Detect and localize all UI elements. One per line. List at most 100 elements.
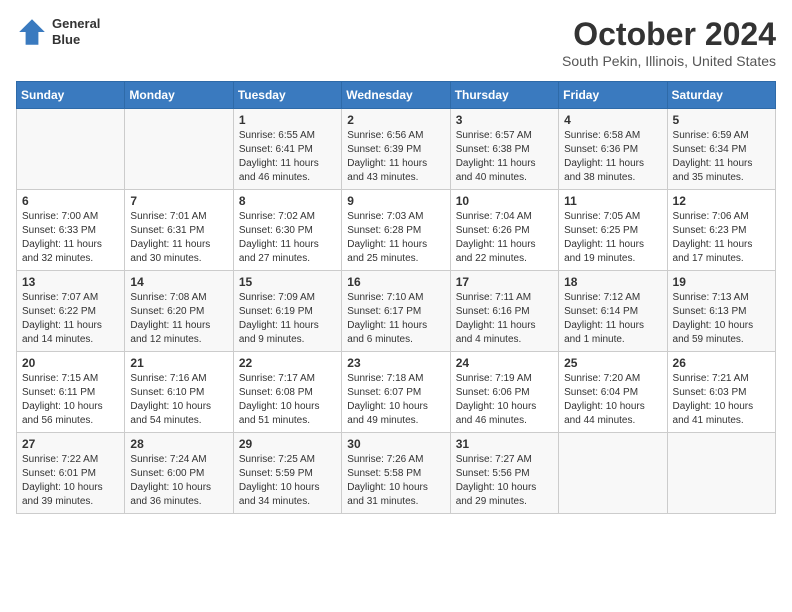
- calendar-cell: [667, 433, 775, 514]
- day-number: 27: [22, 437, 119, 451]
- day-number: 17: [456, 275, 553, 289]
- calendar-cell: 2 Sunrise: 6:56 AM Sunset: 6:39 PM Daylig…: [342, 109, 450, 190]
- day-number: 6: [22, 194, 119, 208]
- month-title: October 2024: [562, 16, 776, 53]
- calendar-cell: 18Sunrise: 7:12 AM Sunset: 6:14 PM Dayli…: [559, 271, 667, 352]
- day-info: Sunrise: 7:02 AM Sunset: 6:30 PM Dayligh…: [239, 210, 336, 266]
- calendar-cell: 7Sunrise: 7:01 AM Sunset: 6:31 PM Daylig…: [125, 190, 233, 271]
- calendar-cell: 25 Sunrise: 7:20 AM Sunset: 6:04 PM Dayli…: [559, 352, 667, 433]
- day-number: 19: [673, 275, 770, 289]
- day-info: Sunrise: 7:13 AM Sunset: 6:13 PM Dayligh…: [673, 291, 770, 347]
- day-info: Sunrise: 7:12 AM Sunset: 6:14 PM Dayligh…: [564, 291, 661, 347]
- day-info: Sunrise: 6:59 AM Sunset: 6:34 PM Dayligh…: [673, 129, 770, 185]
- day-number: 11: [564, 194, 661, 208]
- calendar-cell: 21Sunrise: 7:16 AM Sunset: 6:10 PM Dayli…: [125, 352, 233, 433]
- day-number: 9: [347, 194, 444, 208]
- day-info: Sunrise: 7:26 AM Sunset: 5:58 PM Dayligh…: [347, 453, 444, 509]
- calendar-cell: [559, 433, 667, 514]
- day-info: Sunrise: 7:00 AM Sunset: 6:33 PM Dayligh…: [22, 210, 119, 266]
- calendar-cell: 22 Sunrise: 7:17 AM Sunset: 6:08 PM Dayli…: [233, 352, 341, 433]
- day-info: Sunrise: 7:20 AM Sunset: 6:04 PM Dayligh…: [564, 372, 661, 428]
- day-info: Sunrise: 7:07 AM Sunset: 6:22 PM Dayligh…: [22, 291, 119, 347]
- day-info: Sunrise: 6:55 AM Sunset: 6:41 PM Dayligh…: [239, 129, 336, 185]
- calendar-cell: 1 Sunrise: 6:55 AM Sunset: 6:41 PM Daylig…: [233, 109, 341, 190]
- calendar-cell: 30 Sunrise: 7:26 AM Sunset: 5:58 PM Dayli…: [342, 433, 450, 514]
- calendar-cell: 14Sunrise: 7:08 AM Sunset: 6:20 PM Dayli…: [125, 271, 233, 352]
- day-number: 30: [347, 437, 444, 451]
- day-number: 31: [456, 437, 553, 451]
- calendar-cell: 27 Sunrise: 7:22 AM Sunset: 6:01 PM Dayli…: [17, 433, 125, 514]
- calendar-cell: 12Sunrise: 7:06 AM Sunset: 6:23 PM Dayli…: [667, 190, 775, 271]
- day-info: Sunrise: 7:27 AM Sunset: 5:56 PM Dayligh…: [456, 453, 553, 509]
- calendar-row-4: 20 Sunrise: 7:15 AM Sunset: 6:11 PM Dayli…: [17, 352, 776, 433]
- calendar-cell: 20 Sunrise: 7:15 AM Sunset: 6:11 PM Dayli…: [17, 352, 125, 433]
- calendar-table: Sunday Monday Tuesday Wednesday Thursday…: [16, 81, 776, 514]
- day-info: Sunrise: 7:22 AM Sunset: 6:01 PM Dayligh…: [22, 453, 119, 509]
- header-sunday: Sunday: [17, 82, 125, 109]
- day-number: 3: [456, 113, 553, 127]
- calendar-cell: 3Sunrise: 6:57 AM Sunset: 6:38 PM Daylig…: [450, 109, 558, 190]
- logo-line1: General: [52, 16, 100, 32]
- header-friday: Friday: [559, 82, 667, 109]
- calendar-header: Sunday Monday Tuesday Wednesday Thursday…: [17, 82, 776, 109]
- day-number: 29: [239, 437, 336, 451]
- header-monday: Monday: [125, 82, 233, 109]
- calendar-cell: 24Sunrise: 7:19 AM Sunset: 6:06 PM Dayli…: [450, 352, 558, 433]
- day-info: Sunrise: 6:58 AM Sunset: 6:36 PM Dayligh…: [564, 129, 661, 185]
- day-info: Sunrise: 7:03 AM Sunset: 6:28 PM Dayligh…: [347, 210, 444, 266]
- day-info: Sunrise: 7:18 AM Sunset: 6:07 PM Dayligh…: [347, 372, 444, 428]
- day-info: Sunrise: 7:21 AM Sunset: 6:03 PM Dayligh…: [673, 372, 770, 428]
- header-thursday: Thursday: [450, 82, 558, 109]
- day-info: Sunrise: 7:17 AM Sunset: 6:08 PM Dayligh…: [239, 372, 336, 428]
- calendar-body: 1 Sunrise: 6:55 AM Sunset: 6:41 PM Daylig…: [17, 109, 776, 514]
- day-number: 25: [564, 356, 661, 370]
- day-info: Sunrise: 6:56 AM Sunset: 6:39 PM Dayligh…: [347, 129, 444, 185]
- calendar-cell: 29Sunrise: 7:25 AM Sunset: 5:59 PM Dayli…: [233, 433, 341, 514]
- day-number: 1: [239, 113, 336, 127]
- title-area: October 2024 South Pekin, Illinois, Unit…: [562, 16, 776, 69]
- day-info: Sunrise: 7:11 AM Sunset: 6:16 PM Dayligh…: [456, 291, 553, 347]
- logo: General Blue: [16, 16, 100, 48]
- calendar-row-2: 6 Sunrise: 7:00 AM Sunset: 6:33 PM Daylig…: [17, 190, 776, 271]
- page-header: General Blue October 2024 South Pekin, I…: [16, 16, 776, 69]
- calendar-cell: 19 Sunrise: 7:13 AM Sunset: 6:13 PM Dayli…: [667, 271, 775, 352]
- day-number: 4: [564, 113, 661, 127]
- calendar-cell: 4 Sunrise: 6:58 AM Sunset: 6:36 PM Daylig…: [559, 109, 667, 190]
- calendar-cell: 23 Sunrise: 7:18 AM Sunset: 6:07 PM Dayli…: [342, 352, 450, 433]
- header-saturday: Saturday: [667, 82, 775, 109]
- day-number: 15: [239, 275, 336, 289]
- logo-icon: [16, 16, 48, 48]
- day-number: 5: [673, 113, 770, 127]
- calendar-cell: 31 Sunrise: 7:27 AM Sunset: 5:56 PM Dayli…: [450, 433, 558, 514]
- day-number: 22: [239, 356, 336, 370]
- day-number: 14: [130, 275, 227, 289]
- day-info: Sunrise: 7:19 AM Sunset: 6:06 PM Dayligh…: [456, 372, 553, 428]
- location-subtitle: South Pekin, Illinois, United States: [562, 53, 776, 69]
- calendar-cell: 16Sunrise: 7:10 AM Sunset: 6:17 PM Dayli…: [342, 271, 450, 352]
- day-number: 23: [347, 356, 444, 370]
- day-info: Sunrise: 7:04 AM Sunset: 6:26 PM Dayligh…: [456, 210, 553, 266]
- day-number: 16: [347, 275, 444, 289]
- day-info: Sunrise: 7:06 AM Sunset: 6:23 PM Dayligh…: [673, 210, 770, 266]
- day-info: Sunrise: 7:15 AM Sunset: 6:11 PM Dayligh…: [22, 372, 119, 428]
- calendar-cell: 6 Sunrise: 7:00 AM Sunset: 6:33 PM Daylig…: [17, 190, 125, 271]
- calendar-cell: 17 Sunrise: 7:11 AM Sunset: 6:16 PM Dayli…: [450, 271, 558, 352]
- calendar-row-5: 27 Sunrise: 7:22 AM Sunset: 6:01 PM Dayli…: [17, 433, 776, 514]
- day-info: Sunrise: 7:05 AM Sunset: 6:25 PM Dayligh…: [564, 210, 661, 266]
- calendar-cell: 5 Sunrise: 6:59 AM Sunset: 6:34 PM Daylig…: [667, 109, 775, 190]
- day-number: 2: [347, 113, 444, 127]
- calendar-cell: 15 Sunrise: 7:09 AM Sunset: 6:19 PM Dayli…: [233, 271, 341, 352]
- logo-line2: Blue: [52, 32, 100, 48]
- calendar-cell: 8Sunrise: 7:02 AM Sunset: 6:30 PM Daylig…: [233, 190, 341, 271]
- day-info: Sunrise: 7:09 AM Sunset: 6:19 PM Dayligh…: [239, 291, 336, 347]
- calendar-cell: 11 Sunrise: 7:05 AM Sunset: 6:25 PM Dayli…: [559, 190, 667, 271]
- weekday-header-row: Sunday Monday Tuesday Wednesday Thursday…: [17, 82, 776, 109]
- day-info: Sunrise: 7:24 AM Sunset: 6:00 PM Dayligh…: [130, 453, 227, 509]
- calendar-cell: 26Sunrise: 7:21 AM Sunset: 6:03 PM Dayli…: [667, 352, 775, 433]
- day-number: 20: [22, 356, 119, 370]
- calendar-cell: 28Sunrise: 7:24 AM Sunset: 6:00 PM Dayli…: [125, 433, 233, 514]
- day-number: 7: [130, 194, 227, 208]
- calendar-cell: [125, 109, 233, 190]
- day-info: Sunrise: 7:16 AM Sunset: 6:10 PM Dayligh…: [130, 372, 227, 428]
- day-number: 10: [456, 194, 553, 208]
